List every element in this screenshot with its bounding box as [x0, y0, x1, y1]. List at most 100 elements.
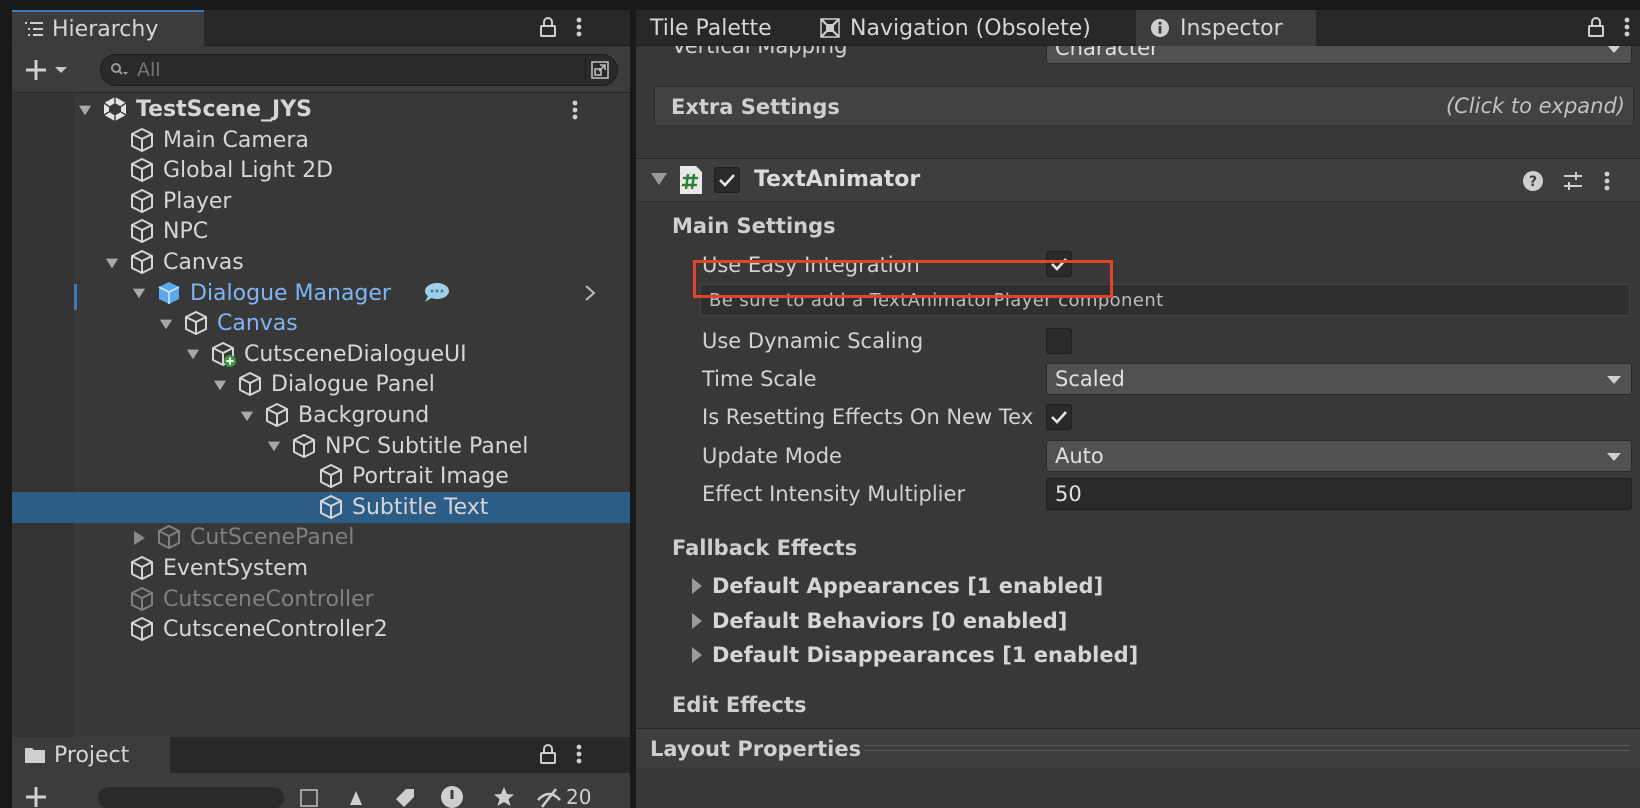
hierarchy-row-label: CutsceneController: [163, 586, 374, 612]
hierarchy-row-label: Global Light 2D: [163, 158, 334, 184]
hierarchy-row-label: EventSystem: [163, 556, 309, 581]
gameobject-cube-icon: [237, 371, 263, 397]
kebab-menu-icon[interactable]: [576, 743, 582, 765]
hierarchy-row[interactable]: Dialogue Manager: [12, 278, 630, 309]
default-appearances-foldout[interactable]: Default Appearances [1 enabled]: [680, 574, 1103, 598]
extra-settings-label: Extra Settings: [671, 95, 840, 119]
search-input[interactable]: [137, 59, 557, 81]
kebab-menu-icon[interactable]: [576, 16, 582, 38]
hierarchy-row-label: Dialogue Manager: [190, 280, 391, 306]
edit-effects-heading: Edit Effects: [672, 693, 807, 717]
scene-search-mode-icon[interactable]: [585, 57, 613, 83]
gameobject-cube-icon: [183, 310, 209, 336]
hidden-packages-toggle[interactable]: 20: [536, 785, 591, 808]
hierarchy-row[interactable]: Canvas: [12, 247, 630, 278]
expand-arrow-down-icon[interactable]: [159, 317, 173, 331]
hierarchy-row[interactable]: Player: [12, 186, 630, 217]
hierarchy-row-label: NPC: [163, 219, 209, 245]
tab-navigation[interactable]: Navigation (Obsolete): [806, 10, 1105, 46]
hierarchy-row-label: Dialogue Panel: [271, 372, 435, 398]
hierarchy-row-label: Background: [298, 403, 430, 428]
time-scale-dropdown[interactable]: Scaled: [1046, 363, 1632, 395]
expand-arrow-down-icon[interactable]: [78, 103, 92, 117]
plus-icon[interactable]: [26, 787, 46, 807]
vertical-mapping-dropdown[interactable]: Character: [1046, 46, 1632, 64]
hierarchy-row[interactable]: CutsceneController2: [12, 614, 630, 645]
navigation-tab-label: Navigation (Obsolete): [850, 15, 1091, 41]
gameobject-cube-icon: [129, 188, 155, 214]
tab-inspector[interactable]: Inspector: [1136, 10, 1316, 46]
resetting-effects-checkbox[interactable]: [1046, 404, 1072, 430]
hierarchy-row[interactable]: Background: [12, 400, 630, 431]
hierarchy-row[interactable]: Dialogue Panel: [12, 369, 630, 400]
warning-filter-icon[interactable]: [440, 785, 464, 808]
lock-icon[interactable]: [538, 16, 558, 38]
hierarchy-row[interactable]: CutsceneController: [12, 584, 630, 615]
dropdown-caret-icon: [1607, 376, 1621, 384]
kebab-menu-icon[interactable]: [1624, 16, 1630, 38]
kebab-menu-icon[interactable]: [1604, 170, 1610, 192]
search-by-type-icon[interactable]: [300, 789, 320, 808]
hierarchy-row[interactable]: CutsceneDialogueUI: [12, 339, 630, 370]
expand-arrow-down-icon[interactable]: [240, 409, 254, 423]
lock-icon[interactable]: [1586, 16, 1606, 38]
shapes-filter-icon[interactable]: [348, 787, 370, 807]
hierarchy-row[interactable]: CutScenePanel: [12, 522, 630, 553]
tab-project[interactable]: Project: [12, 737, 170, 773]
hierarchy-row[interactable]: Portrait Image: [12, 461, 630, 492]
expand-arrow-down-icon[interactable]: [132, 286, 146, 300]
fallback-effects-heading: Fallback Effects: [672, 536, 858, 560]
inspector-panel: Vertical Mapping Character Extra Setting…: [636, 46, 1640, 808]
time-scale-label: Time Scale: [702, 367, 817, 391]
hierarchy-row[interactable]: NPC Subtitle Panel: [12, 431, 630, 462]
tab-tile-palette[interactable]: Tile Palette: [636, 10, 786, 46]
hierarchy-row[interactable]: NPC: [12, 216, 630, 247]
effect-intensity-field[interactable]: 50: [1046, 478, 1632, 510]
preset-sliders-icon[interactable]: [1562, 170, 1584, 192]
resetting-effects-label: Is Resetting Effects On New Text: [702, 405, 1034, 429]
layout-properties-label: Layout Properties: [650, 737, 862, 761]
added-gameobject-icon: [210, 341, 236, 367]
project-toolbar: 20: [12, 773, 630, 808]
hierarchy-row[interactable]: Subtitle Text: [12, 491, 630, 523]
textanimator-component-header[interactable]: TextAnimator ?: [636, 158, 1640, 202]
use-dynamic-scaling-checkbox[interactable]: [1046, 328, 1072, 354]
tab-hierarchy[interactable]: Hierarchy: [12, 10, 204, 46]
foldout-arrow-down-icon[interactable]: [650, 171, 668, 187]
gameobject-cube-icon: [156, 524, 182, 550]
hierarchy-row[interactable]: EventSystem: [12, 553, 630, 584]
hierarchy-row-label: Main Camera: [163, 127, 309, 153]
help-icon[interactable]: ?: [1522, 170, 1544, 192]
hierarchy-row[interactable]: Canvas: [12, 308, 630, 339]
inspector-footer: [636, 768, 1640, 808]
expand-arrow-down-icon[interactable]: [213, 378, 227, 392]
gameobject-cube-icon: [129, 616, 155, 642]
project-search-input[interactable]: [98, 787, 284, 808]
expand-arrow-down-icon[interactable]: [186, 347, 200, 361]
create-button[interactable]: [24, 55, 80, 85]
default-disappearances-foldout[interactable]: Default Disappearances [1 enabled]: [680, 643, 1138, 667]
favorite-star-icon[interactable]: [492, 785, 516, 808]
effect-intensity-label: Effect Intensity Multiplier: [702, 482, 966, 506]
speech-bubble-icon: [422, 282, 450, 304]
lock-icon[interactable]: [538, 743, 558, 765]
hierarchy-row[interactable]: TestScene_JYS: [12, 94, 630, 125]
hierarchy-row-label: CutsceneDialogueUI: [244, 341, 467, 367]
hierarchy-row-label: Canvas: [163, 250, 244, 275]
expand-arrow-right-icon[interactable]: [132, 530, 146, 545]
component-enabled-checkbox[interactable]: [714, 167, 740, 193]
expand-arrow-down-icon[interactable]: [105, 256, 119, 270]
hierarchy-row[interactable]: Main Camera: [12, 125, 630, 156]
default-disappearances-label: Default Disappearances [1 enabled]: [712, 643, 1139, 667]
layout-properties-header[interactable]: Layout Properties: [636, 728, 1640, 768]
default-behaviors-foldout[interactable]: Default Behaviors [0 enabled]: [680, 609, 1067, 633]
open-prefab-chevron-icon[interactable]: [584, 284, 596, 302]
update-mode-dropdown[interactable]: Auto: [1046, 440, 1632, 472]
extra-settings-foldout[interactable]: Extra Settings (Click to expand): [654, 86, 1634, 126]
expand-arrow-down-icon[interactable]: [267, 439, 281, 453]
scene-kebab-menu-icon[interactable]: [572, 99, 578, 121]
main-settings-heading: Main Settings: [672, 214, 836, 238]
project-tab-label: Project: [54, 742, 130, 768]
hierarchy-row[interactable]: Global Light 2D: [12, 155, 630, 186]
label-filter-icon[interactable]: [394, 787, 416, 807]
